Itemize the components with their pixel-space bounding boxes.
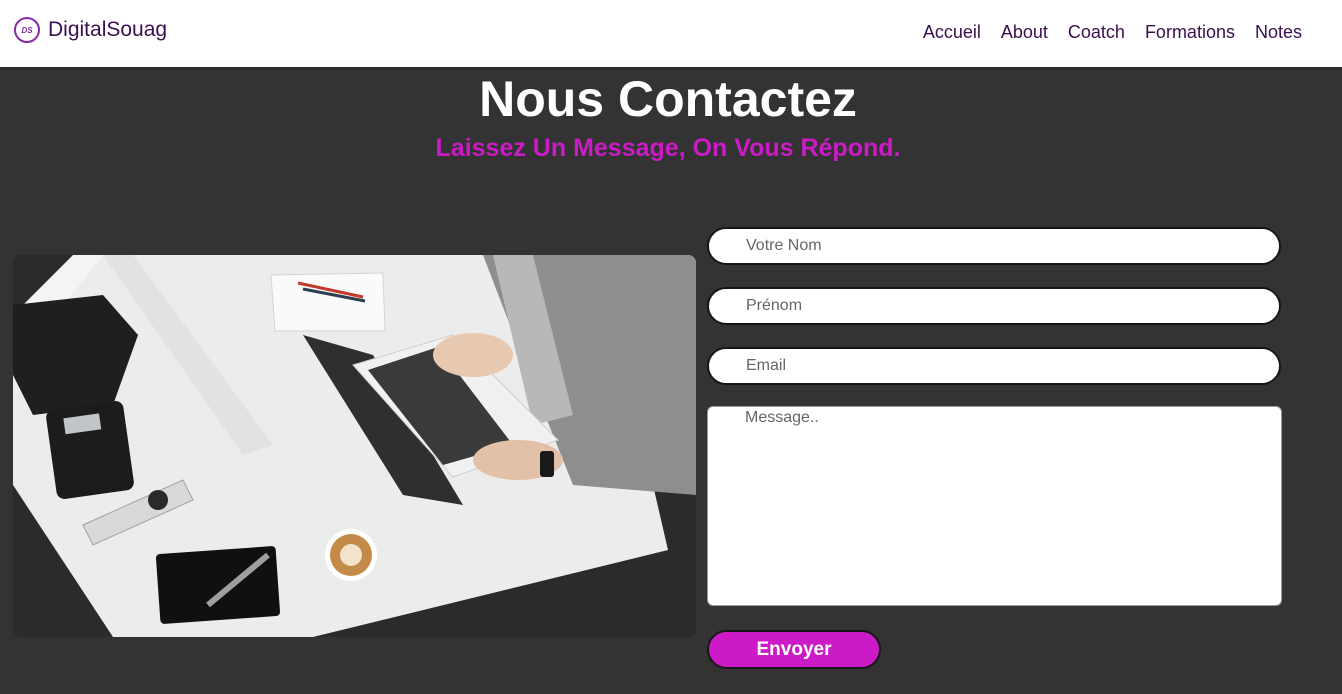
firstname-field[interactable] <box>707 287 1281 325</box>
brand[interactable]: DS DigitalSouag <box>14 17 167 43</box>
nav-item-notes[interactable]: Notes <box>1255 22 1302 43</box>
email-field[interactable] <box>707 347 1281 385</box>
office-desk-photo <box>13 255 696 637</box>
message-textarea[interactable] <box>707 406 1282 606</box>
page-title: Nous Contactez <box>479 71 857 127</box>
nav-item-accueil[interactable]: Accueil <box>923 22 981 43</box>
nav-item-formations[interactable]: Formations <box>1145 22 1235 43</box>
brand-logo-icon: DS <box>14 17 40 43</box>
main-nav: Accueil About Coatch Formations Notes <box>903 22 1302 43</box>
name-field[interactable] <box>707 227 1281 265</box>
page-subtitle: Laissez Un Message, On Vous Répond. <box>435 134 901 162</box>
navbar: DS DigitalSouag Accueil About Coatch For… <box>0 0 1342 67</box>
nav-item-coatch[interactable]: Coatch <box>1068 22 1125 43</box>
nav-item-about[interactable]: About <box>1001 22 1048 43</box>
submit-button[interactable]: Envoyer <box>707 630 881 669</box>
office-desk-illustration <box>13 255 696 637</box>
brand-name: DigitalSouag <box>48 18 168 41</box>
